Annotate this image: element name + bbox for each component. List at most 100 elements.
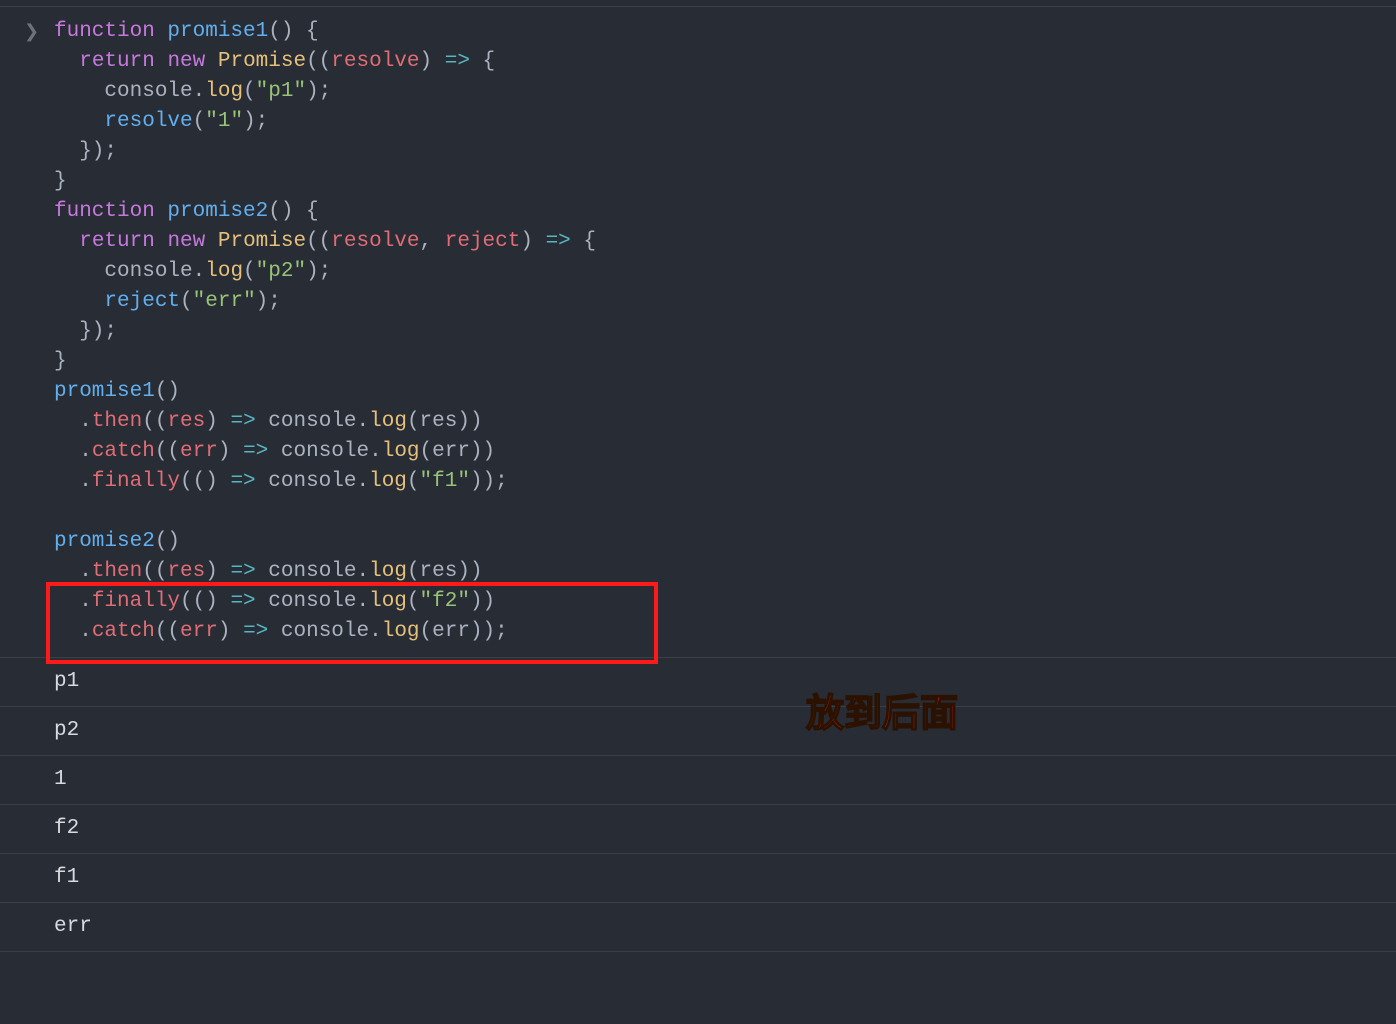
code-token: . xyxy=(54,620,92,643)
code-token: )) xyxy=(470,590,495,613)
code-token: err xyxy=(180,620,218,643)
code-token: promise1 xyxy=(167,20,268,43)
console-output-line: f2 xyxy=(0,804,1396,853)
code-token: log xyxy=(382,620,420,643)
code-token: (( xyxy=(142,560,167,583)
code-token: console. xyxy=(256,560,369,583)
code-token: ( xyxy=(243,260,256,283)
code-token: catch xyxy=(92,620,155,643)
code-token: ); xyxy=(306,260,331,283)
code-token: promise2 xyxy=(54,530,155,553)
code-token: (( xyxy=(155,440,180,463)
code-token: finally xyxy=(92,590,180,613)
code-token: (( xyxy=(142,410,167,433)
code-token: finally xyxy=(92,470,180,493)
code-token: log xyxy=(369,410,407,433)
code-token: }); xyxy=(54,320,117,343)
code-token: ) xyxy=(205,560,230,583)
annotation-arrow xyxy=(0,952,1396,1024)
code-token: console. xyxy=(54,260,205,283)
code-token: console. xyxy=(256,590,369,613)
code-token: => xyxy=(230,470,255,493)
code-token: () { xyxy=(268,200,318,223)
code-token: (res)) xyxy=(407,560,483,583)
code-token: resolve xyxy=(331,50,419,73)
code-token: => xyxy=(445,50,470,73)
console-input-block[interactable]: ❯ function promise1() { return new Promi… xyxy=(0,7,1396,657)
code-token: return xyxy=(79,50,167,73)
code-token: then xyxy=(92,560,142,583)
code-token: catch xyxy=(92,440,155,463)
code-token: "f2" xyxy=(420,590,470,613)
code-input[interactable]: function promise1() { return new Promise… xyxy=(54,17,1396,647)
code-token: reject xyxy=(104,290,180,313)
code-token: => xyxy=(230,590,255,613)
code-token: } xyxy=(54,350,67,373)
code-token: () xyxy=(155,380,180,403)
code-token: Promise xyxy=(218,50,306,73)
code-token: ( xyxy=(407,470,420,493)
code-token: . xyxy=(54,410,92,433)
code-token xyxy=(54,110,104,133)
code-token: return xyxy=(79,230,167,253)
code-token: console. xyxy=(256,470,369,493)
code-token: console. xyxy=(256,410,369,433)
code-token: log xyxy=(369,590,407,613)
code-token: new xyxy=(167,230,217,253)
code-token: ( xyxy=(407,590,420,613)
code-token: => xyxy=(230,410,255,433)
code-token: resolve xyxy=(104,110,192,133)
code-token: resolve xyxy=(331,230,419,253)
code-token: . xyxy=(54,440,92,463)
chevron-right-icon: ❯ xyxy=(24,21,39,43)
code-token: log xyxy=(369,470,407,493)
code-token: "p1" xyxy=(256,80,306,103)
code-token: ( xyxy=(193,110,206,133)
code-token: Promise xyxy=(218,230,306,253)
code-token: err xyxy=(180,440,218,463)
code-token: console. xyxy=(268,440,381,463)
code-token: promise2 xyxy=(167,200,268,223)
code-token: . xyxy=(54,470,92,493)
code-token: console. xyxy=(268,620,381,643)
code-token: . xyxy=(54,560,92,583)
code-token: => xyxy=(230,560,255,583)
code-token: ); xyxy=(256,290,281,313)
code-token: (() xyxy=(180,590,230,613)
console-output-line: p1 xyxy=(0,657,1396,706)
code-token: "f1" xyxy=(420,470,470,493)
code-token: () xyxy=(155,530,180,553)
code-token: )); xyxy=(470,470,508,493)
code-token: ); xyxy=(243,110,268,133)
code-token: log xyxy=(205,260,243,283)
code-token: => xyxy=(243,620,268,643)
code-token: { xyxy=(571,230,596,253)
code-token: (() xyxy=(180,470,230,493)
code-token: reject xyxy=(445,230,521,253)
code-token: then xyxy=(92,410,142,433)
code-token: ) xyxy=(218,620,243,643)
code-token xyxy=(54,290,104,313)
code-token: log xyxy=(382,440,420,463)
code-token: (( xyxy=(155,620,180,643)
code-token: promise1 xyxy=(54,380,155,403)
code-token: => xyxy=(243,440,268,463)
console-output-line: f1 xyxy=(0,853,1396,902)
code-token: => xyxy=(546,230,571,253)
code-token: (res)) xyxy=(407,410,483,433)
code-token: "err" xyxy=(193,290,256,313)
code-token: (( xyxy=(306,50,331,73)
code-token: "1" xyxy=(205,110,243,133)
code-token: new xyxy=(167,50,217,73)
code-token: res xyxy=(167,410,205,433)
code-token: ) xyxy=(218,440,243,463)
code-token: res xyxy=(167,560,205,583)
code-token: (err)) xyxy=(420,440,496,463)
code-token: function xyxy=(54,20,167,43)
code-token xyxy=(54,230,79,253)
console-output: p1p21f2f1err xyxy=(0,657,1396,952)
code-token: , xyxy=(420,230,445,253)
console-output-line: 1 xyxy=(0,755,1396,804)
code-token: } xyxy=(54,170,67,193)
code-token: }); xyxy=(54,140,117,163)
